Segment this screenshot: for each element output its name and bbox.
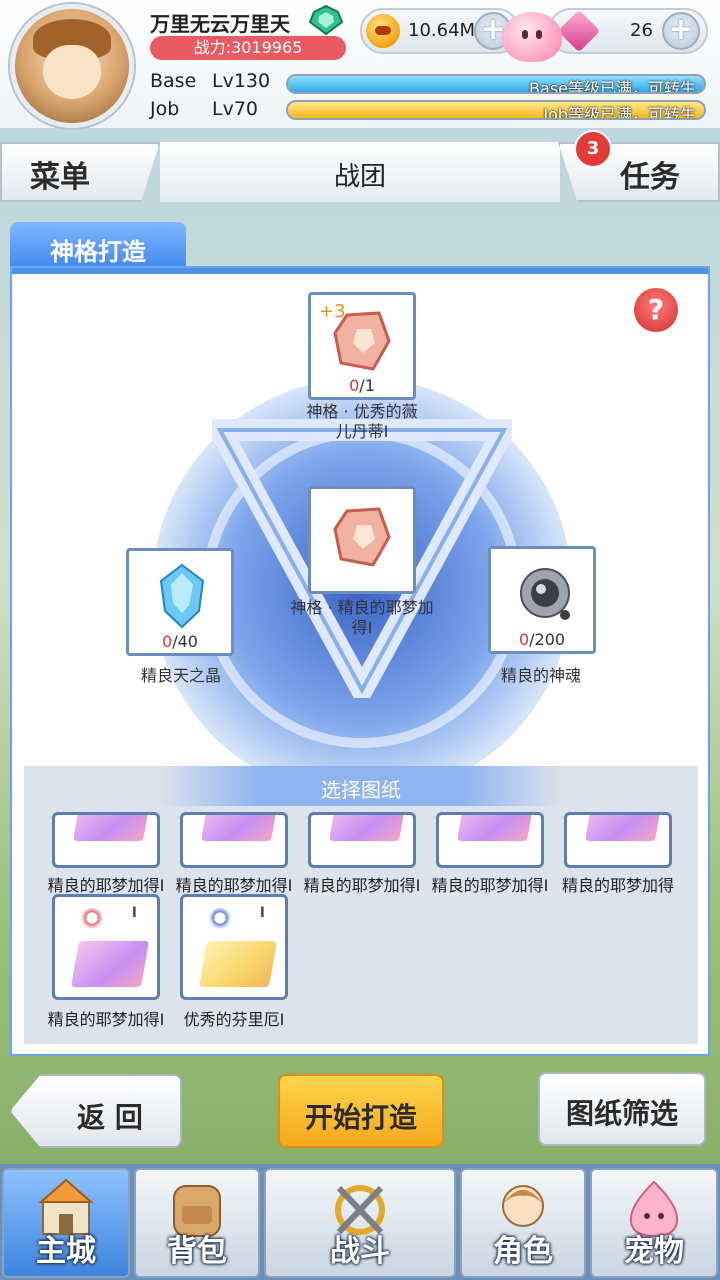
blueprint-label: 精良的耶梦加得Ⅰ (175, 876, 293, 895)
blueprint-label: 精良的耶梦加得 (561, 876, 674, 895)
base-level: Lv130 (212, 70, 271, 92)
gold-value: 10.64M (408, 20, 476, 41)
nav-label: 背包 (167, 1234, 227, 1269)
blueprint-book-icon (72, 815, 152, 841)
blueprint-label: 精良的耶梦加得Ⅰ (431, 876, 549, 895)
blueprint-book-icon (200, 815, 280, 841)
blueprint-book-icon (456, 815, 536, 841)
nav-tab-backpack[interactable]: 背包 (134, 1168, 260, 1278)
result-slot-name: 神格 · 精良的耶梦加 得Ⅰ (290, 598, 434, 637)
blueprint-book-icon (70, 941, 150, 987)
gold-coin-icon (366, 14, 400, 48)
blueprint-card[interactable]: I (52, 894, 160, 1000)
player-avatar[interactable] (10, 4, 134, 128)
crystal-material-name: 精良天之晶 (140, 666, 221, 685)
blueprint-label: 精良的耶梦加得Ⅰ (303, 876, 421, 895)
avatar-face (43, 45, 101, 99)
nav-tab-battle[interactable]: 战斗 (264, 1168, 456, 1278)
tasks-notification-badge: 3 (574, 130, 612, 168)
start-forge-button[interactable]: 开始打造 (278, 1074, 444, 1148)
blueprint-header: 选择图纸 (24, 766, 698, 806)
gem-value: 26 (630, 20, 653, 41)
blueprint-tier: I (259, 905, 265, 921)
target-slot-name: 神格 · 优秀的薇 儿丹蒂Ⅰ (306, 402, 418, 441)
nav-label: 战斗 (330, 1234, 390, 1269)
blueprint-card[interactable] (308, 812, 416, 868)
nav-tab-character[interactable]: 角色 (460, 1168, 586, 1278)
blueprint-card[interactable] (180, 812, 288, 868)
back-button[interactable]: 返 回 (10, 1074, 182, 1148)
divinity-shard-icon (333, 311, 391, 371)
base-exp-status: Base等级已满，可转生 (529, 79, 696, 94)
gem-icon (557, 9, 601, 53)
poring-mascot-icon (502, 12, 562, 62)
tab-divinity-forge-label: 神格打造 (50, 238, 146, 266)
blueprint-emblem-icon (79, 905, 105, 931)
soul-orb-icon (520, 568, 570, 620)
blueprint-emblem-icon (207, 905, 233, 931)
nav-label: 主城 (36, 1234, 96, 1269)
target-divinity-slot[interactable]: +3 0/1 (308, 292, 416, 400)
panel-top-stripe (12, 268, 708, 274)
blueprint-card[interactable] (52, 812, 160, 868)
add-gems-button[interactable]: + (662, 12, 700, 50)
blueprint-book-icon (328, 815, 408, 841)
nav-label: 角色 (493, 1234, 553, 1269)
job-exp-bar: Job等级已满，可转生 (286, 100, 706, 120)
rank-emblem-icon (308, 4, 344, 36)
title-bar: 战团 (160, 142, 560, 202)
blueprint-book-icon (584, 815, 664, 841)
soul-count: 0/200 (518, 630, 566, 649)
crystal-material-slot[interactable]: 0/40 (126, 548, 234, 656)
job-exp-status: Job等级已满，可转生 (543, 105, 696, 120)
blueprint-label: 精良的耶梦加得Ⅰ (47, 1010, 165, 1029)
job-level: Lv70 (212, 98, 259, 120)
blueprint-book-icon (198, 941, 278, 987)
blueprint-filter-button[interactable]: 图纸筛选 (538, 1072, 706, 1146)
base-exp-bar: Base等级已满，可转生 (286, 74, 706, 94)
forge-panel: ? +3 0/1 神格 · 优秀的薇 儿丹蒂Ⅰ 神格 · 精良的耶梦加 得Ⅰ 0/4… (10, 266, 710, 1056)
divinity-shard-icon (333, 507, 391, 567)
page-title: 战团 (333, 162, 386, 192)
base-label: Base (150, 70, 197, 92)
player-header: 万里无云万里天 战力:3019965 Base Lv130 Base等级已满，可… (0, 0, 720, 130)
blueprint-card[interactable] (436, 812, 544, 868)
tasks-label: 任务 (620, 160, 680, 195)
blueprint-filter-label: 图纸筛选 (565, 1097, 678, 1130)
soul-material-slot[interactable]: 0/200 (488, 546, 596, 654)
target-slot-count: 0/1 (349, 376, 375, 395)
blueprint-tier: I (131, 905, 137, 921)
back-label: 返 回 (77, 1101, 143, 1134)
crystal-count: 0/40 (162, 632, 198, 651)
nav-label: 宠物 (624, 1234, 684, 1269)
nav-tab-pet[interactable]: 宠物 (590, 1168, 718, 1278)
combat-power-badge: 战力:3019965 (150, 36, 346, 60)
blueprint-card[interactable] (564, 812, 672, 868)
soul-material-name: 精良的神魂 (500, 666, 581, 685)
result-divinity-slot[interactable] (308, 486, 416, 594)
blueprint-card[interactable]: I (180, 894, 288, 1000)
tab-divinity-forge[interactable]: 神格打造 (10, 222, 186, 270)
blueprint-label: 优秀的芬里厄Ⅰ (183, 1010, 285, 1029)
blueprint-label: 精良的耶梦加得Ⅰ (47, 876, 165, 895)
start-forge-label: 开始打造 (304, 1101, 417, 1134)
bottom-nav: 主城 背包 战斗 角色 宠物 (0, 1164, 720, 1280)
help-button[interactable]: ? (634, 288, 678, 332)
menu-button[interactable]: 菜单 (0, 142, 160, 202)
nav-tab-main-city[interactable]: 主城 (2, 1168, 130, 1278)
job-label: Job (150, 98, 180, 120)
crystal-icon (159, 563, 205, 629)
blueprint-list: 选择图纸 精良的耶梦加得Ⅰ 精良的耶梦加得Ⅰ 精良的耶梦加得Ⅰ 精良的耶梦加得Ⅰ… (24, 766, 698, 1044)
menu-label: 菜单 (30, 160, 90, 195)
blueprint-title: 选择图纸 (321, 778, 401, 802)
player-name: 万里无云万里天 (150, 12, 290, 36)
